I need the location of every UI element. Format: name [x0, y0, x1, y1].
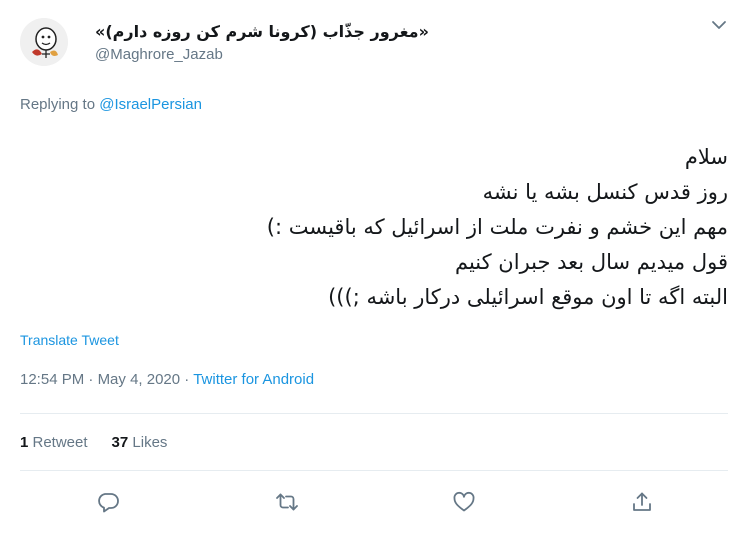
tweet-time[interactable]: 12:54 PM — [20, 371, 84, 388]
translate-tweet-link[interactable]: Translate Tweet — [20, 332, 119, 348]
replying-to: Replying to @IsraelPersian — [20, 96, 202, 113]
retweets-stat[interactable]: 1 Retweet — [20, 434, 88, 451]
tweet-date[interactable]: May 4, 2020 — [98, 371, 181, 388]
display-name[interactable]: «مغرور جذّاب (کرونا شرم کن روزه دارم)» — [95, 22, 429, 41]
retweets-label: Retweet — [28, 434, 88, 451]
share-icon[interactable] — [630, 490, 654, 514]
likes-count: 37 — [111, 434, 129, 451]
divider — [20, 413, 728, 414]
likes-stat[interactable]: 37 Likes — [112, 434, 168, 451]
action-bar — [0, 490, 748, 520]
tweet-metadata: 12:54 PM · May 4, 2020 · Twitter for And… — [20, 371, 314, 388]
tweet-line: مهم این خشم و نفرت ملت از اسرائیل که باق… — [266, 215, 728, 239]
likes-label: Likes — [128, 434, 168, 451]
user-handle[interactable]: @Maghrore_Jazab — [95, 46, 223, 63]
tweet-source-link[interactable]: Twitter for Android — [193, 371, 314, 388]
tweet-line: سلام — [684, 145, 728, 169]
meta-separator: · — [180, 371, 194, 388]
heart-icon[interactable] — [452, 490, 476, 514]
avatar[interactable] — [20, 18, 68, 66]
tweet-card: «مغرور جذّاب (کرونا شرم کن روزه دارم)» @… — [0, 0, 748, 534]
tweet-line: البته اگه تا اون موقع اسرائیلی درکار باش… — [328, 285, 728, 309]
divider — [20, 470, 728, 471]
meta-separator: · — [84, 371, 98, 388]
reply-icon[interactable] — [96, 490, 120, 514]
tweet-text: سلام روز قدس کنسل بشه یا نشه مهم این خشم… — [20, 140, 728, 315]
tweet-line: روز قدس کنسل بشه یا نشه — [482, 180, 728, 204]
replying-to-label: Replying to — [20, 96, 100, 113]
retweet-icon[interactable] — [275, 490, 299, 514]
tweet-line: قول میدیم سال بعد جبران کنیم — [454, 250, 728, 274]
reply-to-handle-link[interactable]: @IsraelPersian — [99, 96, 202, 113]
chevron-down-icon[interactable] — [710, 16, 728, 34]
tweet-stats: 1 Retweet 37 Likes — [20, 434, 167, 451]
